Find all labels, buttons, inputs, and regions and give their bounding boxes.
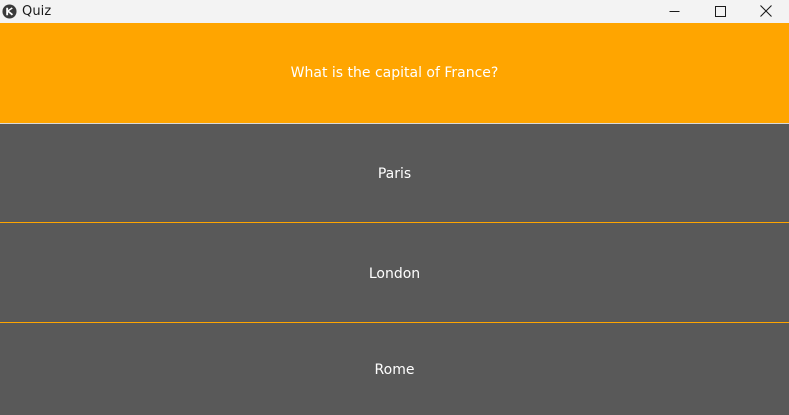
divider	[0, 322, 789, 323]
answer-button-rome[interactable]: Rome	[0, 324, 789, 415]
window-controls	[651, 0, 789, 23]
maximize-button[interactable]	[697, 0, 743, 23]
question-label: What is the capital of France?	[0, 23, 789, 123]
answer-label: Rome	[374, 361, 415, 378]
quiz-content: What is the capital of France? Paris Lon…	[0, 23, 789, 415]
quiz-window: Quiz What is the capital of France? Pari…	[0, 0, 789, 415]
window-title: Quiz	[22, 4, 52, 19]
answer-label: Paris	[377, 165, 412, 182]
app-logo-icon	[1, 4, 17, 20]
answer-label: London	[368, 265, 421, 282]
question-text: What is the capital of France?	[290, 65, 499, 81]
title-bar[interactable]: Quiz	[0, 0, 789, 23]
close-button[interactable]	[743, 0, 789, 23]
minimize-icon	[669, 2, 680, 21]
minimize-button[interactable]	[651, 0, 697, 23]
divider	[0, 222, 789, 223]
answer-button-paris[interactable]: Paris	[0, 124, 789, 223]
answer-button-london[interactable]: London	[0, 224, 789, 323]
maximize-icon	[714, 2, 726, 21]
close-icon	[760, 2, 772, 21]
